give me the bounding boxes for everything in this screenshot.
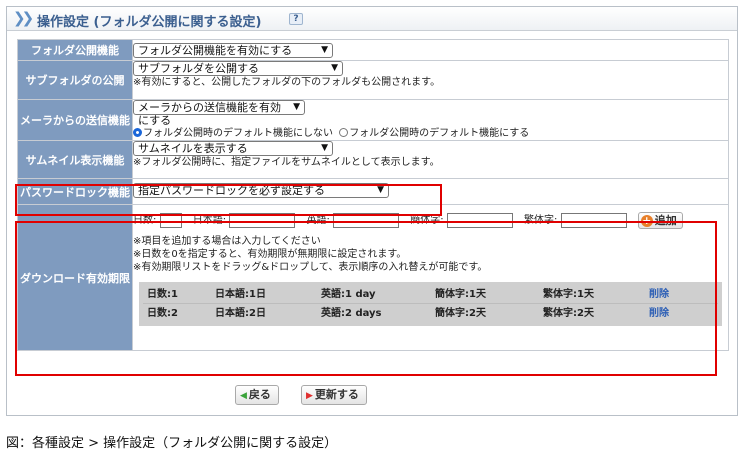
folder-public-select-value: フォルダ公開機能を有効にする	[138, 44, 293, 57]
button-bar: ◀ 戻る ▶ 更新する	[7, 385, 737, 407]
mailer-select[interactable]: メーラからの送信機能を有効にする ▼	[133, 100, 305, 127]
thumbnail-select-value: サムネイルを表示する	[138, 142, 248, 155]
chevron-down-icon: ▼	[321, 45, 328, 55]
subfolder-label: サブフォルダの公開	[17, 60, 133, 100]
back-arrow-icon: ◀	[240, 391, 247, 401]
chevron-down-icon: ▼	[331, 63, 338, 73]
help-icon[interactable]: ?	[289, 13, 303, 25]
row-folder-public: フォルダ公開機能 フォルダ公開機能を有効にする ▼	[17, 39, 729, 61]
settings-panel: ❯❯ 操作設定 (フォルダ公開に関する設定) ? フォルダ公開機能 フォルダ公開…	[6, 6, 738, 416]
back-button[interactable]: ◀ 戻る	[235, 385, 279, 405]
radio-default[interactable]	[339, 128, 349, 137]
page-title: 操作設定 (フォルダ公開に関する設定)	[37, 15, 262, 30]
highlight-download	[15, 221, 717, 376]
update-button[interactable]: ▶ 更新する	[301, 385, 367, 405]
row-thumbnail: サムネイル表示機能 サムネイルを表示する ▼ ※フォルダ公開時に、指定ファイルを…	[17, 140, 729, 179]
row-subfolder: サブフォルダの公開 サブフォルダを公開する ▼ ※有効にすると、公開したフォルダ…	[17, 60, 729, 100]
folder-public-select[interactable]: フォルダ公開機能を有効にする ▼	[133, 43, 333, 58]
back-button-label: 戻る	[248, 388, 271, 401]
chevron-down-icon: ▼	[293, 102, 300, 112]
row-mailer: メーラからの送信機能 メーラからの送信機能を有効にする ▼ フォルダ公開時のデフ…	[17, 99, 729, 141]
chevron-down-icon: ▼	[321, 143, 328, 153]
update-button-label: 更新する	[314, 388, 359, 401]
highlight-password	[15, 184, 442, 216]
thumbnail-label: サムネイル表示機能	[17, 140, 133, 179]
radio-default-label: フォルダ公開時のデフォルト機能にする	[349, 128, 530, 139]
folder-public-label: フォルダ公開機能	[17, 39, 133, 61]
radio-not-default-label: フォルダ公開時のデフォルト機能にしない	[143, 128, 333, 139]
mailer-select-value: メーラからの送信機能を有効にする	[138, 101, 281, 127]
double-chevron-icon: ❯❯	[13, 9, 34, 27]
subfolder-select-value: サブフォルダを公開する	[138, 62, 259, 75]
thumbnail-select[interactable]: サムネイルを表示する ▼	[133, 141, 333, 156]
figure-caption: 図：各種設定 > 操作設定（フォルダ公開に関する設定）	[6, 436, 338, 451]
title-bar: ❯❯ 操作設定 (フォルダ公開に関する設定) ?	[7, 7, 737, 31]
subfolder-select[interactable]: サブフォルダを公開する ▼	[133, 61, 343, 76]
mailer-label: メーラからの送信機能	[17, 99, 133, 141]
thumbnail-note: ※フォルダ公開時に、指定ファイルをサムネイルとして表示します。	[133, 157, 440, 168]
subfolder-note: ※有効にすると、公開したフォルダの下のフォルダも公開されます。	[133, 77, 441, 88]
forward-arrow-icon: ▶	[306, 391, 313, 401]
radio-not-default[interactable]	[133, 128, 142, 137]
